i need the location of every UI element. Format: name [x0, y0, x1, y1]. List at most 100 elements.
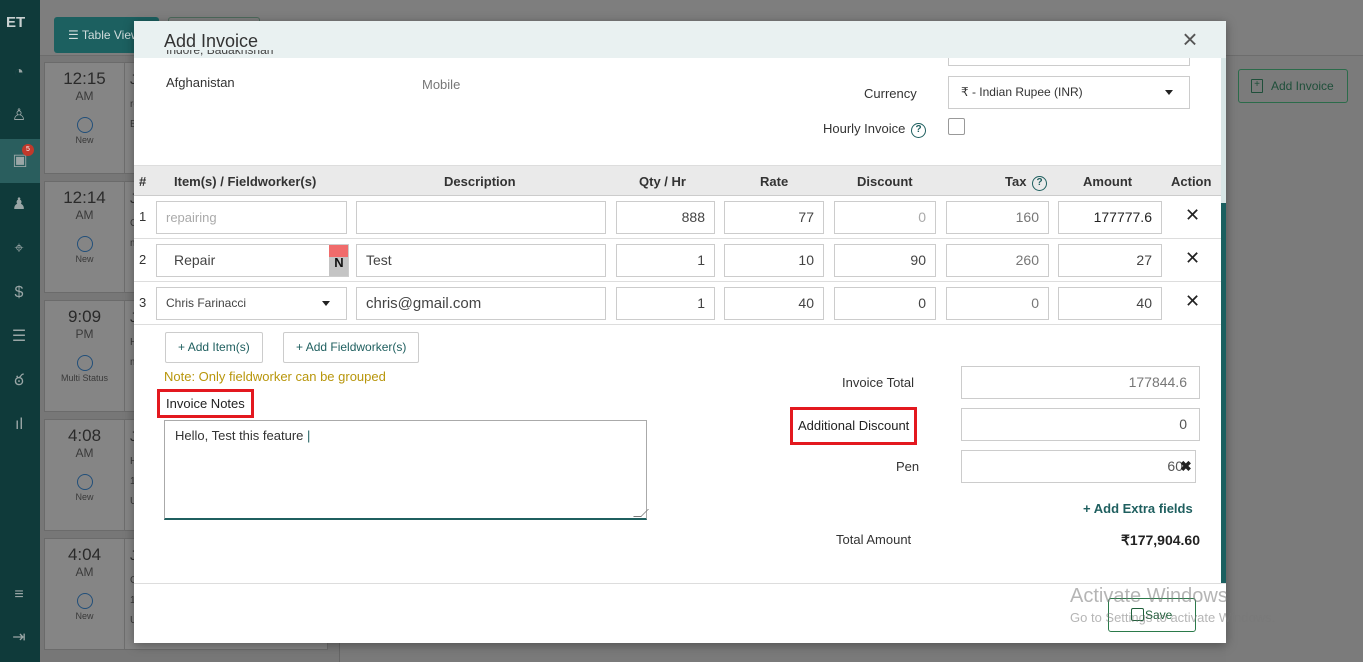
hourly-invoice-label: Hourly Invoice ?	[823, 121, 926, 138]
tax-input[interactable]: 160	[946, 201, 1049, 234]
rate-input[interactable]: 10	[724, 244, 824, 277]
add-items-label: Add Item(s)	[187, 340, 250, 354]
map-icon[interactable]: ⌖	[8, 238, 30, 260]
status-circle-icon	[76, 236, 93, 252]
col-number: #	[139, 174, 147, 189]
status-circle-icon	[76, 593, 93, 609]
new-tag: N	[329, 245, 348, 276]
partial-select[interactable]	[948, 58, 1190, 66]
caret-down-icon	[322, 301, 330, 306]
status-circle-icon	[76, 474, 93, 490]
table-row: 3 Chris Farinacci chris@gmail.com 1 40 0…	[134, 282, 1221, 325]
job-status: New	[75, 254, 94, 264]
currency-value: ₹ - Indian Rupee (INR)	[961, 85, 1083, 99]
remove-row-icon[interactable]: ✕	[1185, 205, 1200, 226]
item-value: Repair	[174, 252, 216, 268]
dashboard-icon[interactable]: ◔	[8, 62, 30, 84]
caret-down-icon	[1165, 90, 1173, 95]
watermark-title: Activate Windows	[1070, 585, 1228, 607]
notification-badge: 5	[22, 144, 34, 156]
add-invoice-modal: Add Invoice × Indore, Badakhshan Afghani…	[134, 21, 1226, 643]
currency-select[interactable]: ₹ - Indian Rupee (INR)	[948, 76, 1190, 109]
resize-handle-icon[interactable]	[633, 509, 649, 517]
pen-input[interactable]: 60	[961, 450, 1196, 483]
discount-input[interactable]: 0	[834, 287, 936, 320]
add-fieldworkers-button[interactable]: + Add Fieldworker(s)	[283, 332, 420, 363]
amount-input[interactable]: 40	[1058, 287, 1162, 320]
mobile-label: Mobile	[422, 77, 461, 92]
description-input[interactable]: Test	[356, 244, 606, 277]
additional-discount-label: Additional Discount	[790, 407, 918, 445]
add-invoice-button[interactable]: + Add Invoice	[1238, 69, 1348, 103]
remove-row-icon[interactable]: ✕	[1185, 248, 1200, 269]
item-input[interactable]: repairing	[156, 201, 347, 234]
col-description: Description	[444, 174, 516, 189]
rate-input[interactable]: 77	[724, 201, 824, 234]
modal-footer-divider	[134, 583, 1226, 584]
job-time: 4:08	[67, 426, 102, 445]
add-extra-fields-label: Add Extra fields	[1093, 501, 1193, 516]
invoice-notes-value: Hello, Test this feature	[175, 428, 304, 443]
discount-input[interactable]: 90	[834, 244, 936, 277]
list-icon[interactable]: ☰	[8, 326, 30, 348]
col-discount: Discount	[857, 174, 913, 189]
col-tax: Tax ?	[1005, 174, 1048, 191]
settings-icon[interactable]: ≡	[8, 584, 30, 606]
row-number: 1	[139, 209, 147, 224]
currency-label: Currency	[864, 86, 917, 101]
item-input[interactable]: Repair N	[156, 244, 349, 277]
table-row: 1 repairing 888 77 0 160 177777.6 ✕	[134, 196, 1221, 239]
job-status: New	[75, 492, 94, 502]
table-row: 2 Repair N Test 1 10 90 260 27 ✕	[134, 239, 1221, 282]
fieldworker-select[interactable]: Chris Farinacci	[156, 287, 347, 320]
add-invoice-label: Add Invoice	[1271, 79, 1334, 93]
qty-input[interactable]: 888	[616, 201, 715, 234]
plus-icon: +	[178, 340, 186, 354]
users-icon[interactable]: ♟	[8, 194, 30, 216]
amount-input[interactable]: 27	[1058, 244, 1162, 277]
plus-icon: +	[296, 340, 304, 354]
leaf-icon[interactable]: ఠ	[8, 370, 30, 392]
jobs-icon[interactable]: ▣	[0, 139, 40, 183]
help-icon[interactable]: ?	[1032, 176, 1048, 191]
help-icon[interactable]: ?	[911, 123, 926, 138]
watermark-subtitle: Go to Settings to activate Windows.	[1070, 610, 1276, 625]
user-icon[interactable]: ♙	[8, 105, 30, 127]
invoice-total-label: Invoice Total	[842, 375, 915, 390]
country-text: Afghanistan	[166, 75, 235, 90]
logout-icon[interactable]: ⇥	[8, 627, 30, 649]
additional-discount-input[interactable]: 0	[961, 408, 1200, 441]
total-amount-label: Total Amount	[836, 532, 912, 547]
col-rate: Rate	[760, 174, 789, 189]
amount-input[interactable]: 177777.6	[1058, 201, 1162, 234]
description-input[interactable]	[356, 201, 606, 234]
add-fieldworkers-label: Add Fieldworker(s)	[305, 340, 407, 354]
status-circle-icon	[76, 117, 93, 133]
col-amount: Amount	[1083, 174, 1133, 189]
discount-input[interactable]: 0	[834, 201, 936, 234]
remove-field-icon[interactable]: ✖	[1180, 458, 1192, 475]
pen-label: Pen	[896, 459, 920, 474]
multi-status-icon	[76, 355, 93, 371]
tax-input[interactable]: 260	[946, 244, 1049, 277]
remove-row-icon[interactable]: ✕	[1185, 291, 1200, 312]
tax-input[interactable]: 0	[946, 287, 1049, 320]
hourly-invoice-checkbox[interactable]	[948, 118, 965, 135]
col-qty: Qty / Hr	[639, 174, 686, 189]
row-number: 3	[139, 295, 147, 310]
description-input[interactable]: chris@gmail.com	[356, 287, 606, 320]
job-status: New	[75, 611, 94, 621]
qty-input[interactable]: 1	[616, 287, 715, 320]
hourly-invoice-text: Hourly Invoice	[823, 121, 906, 136]
job-time: 4:04	[67, 545, 102, 564]
rate-input[interactable]: 40	[724, 287, 824, 320]
invoice-notes-textarea[interactable]: Hello, Test this feature |	[164, 420, 649, 520]
dollar-icon[interactable]: $	[8, 282, 30, 304]
fieldworker-value: Chris Farinacci	[166, 296, 247, 310]
qty-input[interactable]: 1	[616, 244, 715, 277]
chart-icon[interactable]: ıl	[8, 414, 30, 436]
add-items-button[interactable]: + Add Item(s)	[165, 332, 263, 363]
add-extra-fields-link[interactable]: + Add Extra fields	[1083, 501, 1193, 516]
modal-title: Add Invoice	[164, 31, 259, 51]
close-icon[interactable]: ×	[1180, 26, 1200, 52]
